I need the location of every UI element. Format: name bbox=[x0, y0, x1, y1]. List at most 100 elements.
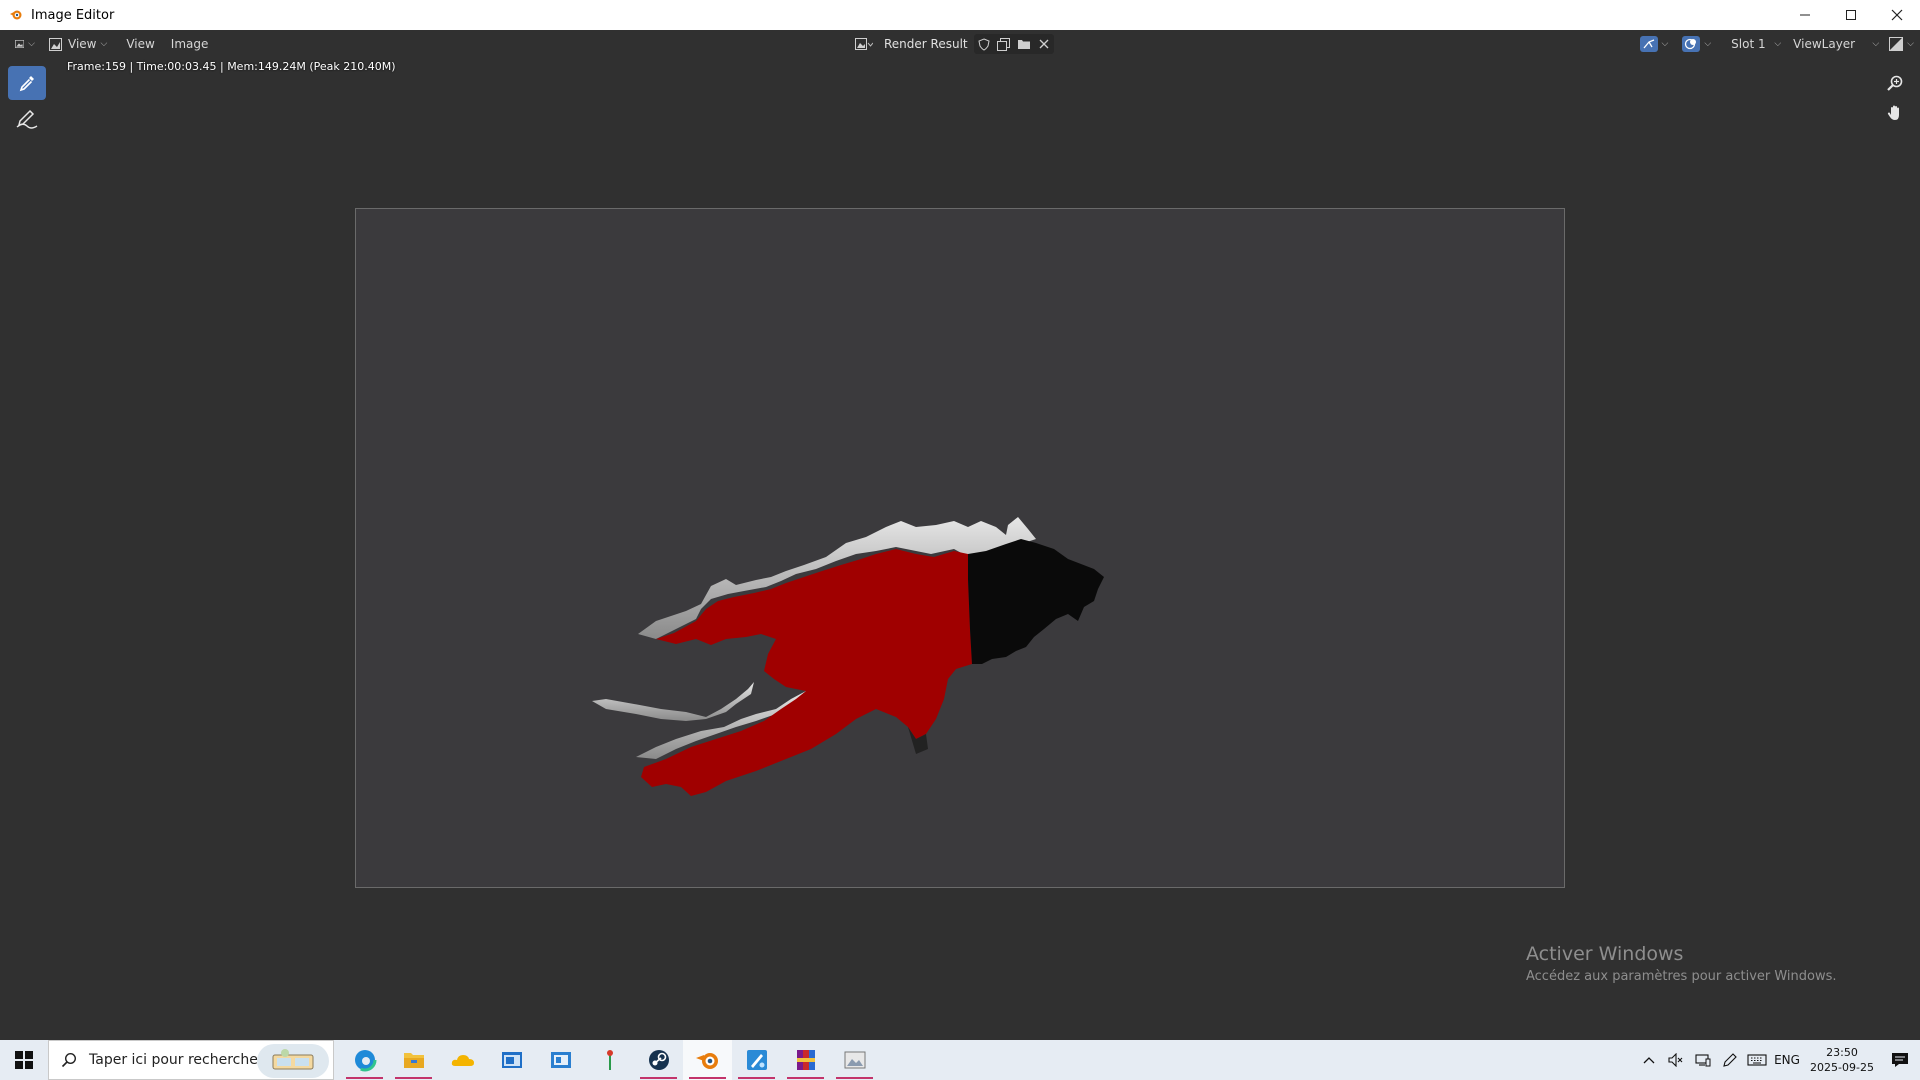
zoom-button[interactable] bbox=[1880, 68, 1910, 98]
chevron-up-icon bbox=[1643, 1057, 1654, 1064]
menu-view[interactable]: View bbox=[118, 33, 162, 55]
pin-app-icon bbox=[606, 1050, 613, 1070]
taskbar-clock[interactable]: 23:50 2025-09-25 bbox=[1804, 1045, 1880, 1075]
winrar-icon bbox=[796, 1050, 815, 1070]
input-language[interactable]: ENG bbox=[1770, 1053, 1804, 1067]
chevron-down-icon: ⌵ bbox=[1907, 39, 1914, 49]
overlay-icon bbox=[1682, 36, 1701, 52]
new-image-button[interactable] bbox=[994, 34, 1014, 54]
open-folder-icon bbox=[1017, 40, 1030, 49]
zoom-icon bbox=[1887, 75, 1903, 91]
taskbar-app-edge[interactable] bbox=[340, 1040, 389, 1080]
onedrive-icon bbox=[451, 1055, 474, 1066]
taskbar-search-box[interactable]: Taper ici pour rechercher bbox=[48, 1040, 334, 1080]
window-title: Image Editor bbox=[31, 7, 115, 23]
navigation-gizmo bbox=[1880, 68, 1914, 128]
view-mode-label: View bbox=[68, 37, 97, 51]
tool-shelf bbox=[8, 66, 48, 138]
pen-workspace-button[interactable] bbox=[1716, 1040, 1743, 1080]
slot-selector[interactable]: Slot 1 ⌵ bbox=[1723, 33, 1787, 55]
slot-label: Slot 1 bbox=[1731, 37, 1766, 51]
photo-app-icon bbox=[844, 1051, 865, 1069]
volume-button[interactable] bbox=[1662, 1040, 1689, 1080]
extrusion-side bbox=[592, 682, 754, 721]
new-image-icon bbox=[997, 37, 1011, 51]
gizmo-toggle[interactable]: ⌵ bbox=[1636, 33, 1673, 55]
chevron-down-icon: ⌵ bbox=[100, 39, 108, 49]
annotate-pen-icon bbox=[16, 109, 38, 129]
taskbar-app-onedrive[interactable] bbox=[438, 1040, 487, 1080]
chevron-down-icon: ⌵ bbox=[1704, 39, 1712, 49]
network-icon bbox=[1694, 1054, 1710, 1067]
taskbar-app-pin[interactable] bbox=[585, 1040, 634, 1080]
maximize-button[interactable] bbox=[1828, 0, 1874, 30]
app-blue-window-icon bbox=[501, 1052, 522, 1068]
taskbar-app-blue-window-2[interactable] bbox=[536, 1040, 585, 1080]
taskbar-app-winrar[interactable] bbox=[781, 1040, 830, 1080]
taskbar-app-steam[interactable] bbox=[634, 1040, 683, 1080]
clock-time: 23:50 bbox=[1826, 1046, 1858, 1059]
overlay-toggle[interactable]: ⌵ bbox=[1678, 33, 1715, 55]
watermark-subtitle: Accédez aux paramètres pour activer Wind… bbox=[1526, 969, 1837, 984]
search-icon bbox=[61, 1052, 77, 1068]
image-editor-header: ⌵ View ⌵ View Image Render Result ⌵ ⌵ Sl… bbox=[0, 30, 1920, 58]
pan-button[interactable] bbox=[1880, 98, 1910, 128]
minimize-icon bbox=[1800, 14, 1810, 16]
edge-icon bbox=[353, 1048, 376, 1072]
image-name-field[interactable]: Render Result bbox=[878, 33, 974, 55]
minimize-button[interactable] bbox=[1782, 0, 1828, 30]
clock-date: 2025-09-25 bbox=[1810, 1061, 1874, 1074]
sample-tool-button[interactable] bbox=[8, 66, 46, 100]
pen-icon bbox=[1722, 1053, 1737, 1067]
gizmo-icon bbox=[1639, 36, 1658, 52]
image-actions-group bbox=[973, 34, 1054, 54]
region-black bbox=[968, 539, 1104, 664]
browse-image-icon bbox=[855, 38, 873, 50]
taskbar-app-file-explorer[interactable] bbox=[389, 1040, 438, 1080]
chevron-down-icon: ⌵ bbox=[1661, 39, 1669, 49]
taskbar-app-blue-window[interactable] bbox=[487, 1040, 536, 1080]
annotate-tool-button[interactable] bbox=[8, 102, 46, 136]
touch-keyboard-button[interactable] bbox=[1743, 1040, 1770, 1080]
open-image-button[interactable] bbox=[1014, 34, 1034, 54]
eyedropper-icon bbox=[19, 76, 34, 92]
taskbar-app-paint[interactable] bbox=[732, 1040, 781, 1080]
window-titlebar: Image Editor bbox=[0, 0, 1920, 30]
watermark-title: Activer Windows bbox=[1526, 943, 1684, 965]
render-info-text: Frame:159 | Time:00:03.45 | Mem:149.24M … bbox=[67, 60, 396, 73]
maximize-icon bbox=[1846, 10, 1856, 20]
taskbar-app-blender[interactable] bbox=[683, 1040, 732, 1080]
chevron-down-icon: ⌵ bbox=[1872, 39, 1880, 49]
chevron-down-icon: ⌵ bbox=[28, 39, 35, 49]
steam-icon bbox=[648, 1050, 669, 1070]
image-editor-main-region[interactable]: Frame:159 | Time:00:03.45 | Mem:149.24M … bbox=[0, 58, 1920, 1040]
render-result-image[interactable] bbox=[355, 208, 1565, 888]
notification-center-button[interactable] bbox=[1880, 1040, 1920, 1080]
editor-type-selector[interactable]: ⌵ bbox=[10, 33, 40, 55]
show-hidden-icons-button[interactable] bbox=[1635, 1040, 1662, 1080]
start-button[interactable] bbox=[0, 1040, 48, 1080]
menu-image[interactable]: Image bbox=[163, 33, 217, 55]
view-mode-icon bbox=[49, 37, 62, 51]
close-button[interactable] bbox=[1874, 0, 1920, 30]
chevron-down-icon: ⌵ bbox=[1774, 39, 1782, 49]
pan-hand-icon bbox=[1887, 105, 1899, 120]
taskbar-app-photo[interactable] bbox=[830, 1040, 879, 1080]
image-editor-icon bbox=[15, 40, 25, 48]
notification-icon bbox=[1892, 1053, 1908, 1067]
mute-speaker-icon bbox=[1667, 1053, 1682, 1067]
search-highlight-icon[interactable] bbox=[257, 1044, 329, 1078]
fake-user-shield-icon bbox=[978, 37, 990, 51]
blender-icon bbox=[8, 7, 24, 23]
windows-logo-icon bbox=[15, 1051, 33, 1069]
unlink-image-button[interactable] bbox=[1034, 34, 1054, 54]
system-tray: ENG 23:50 2025-09-25 bbox=[1635, 1040, 1920, 1080]
display-channels-selector[interactable]: ⌵ bbox=[1885, 33, 1918, 55]
view-layer-selector[interactable]: ViewLayer ⌵ bbox=[1787, 33, 1885, 55]
network-button[interactable] bbox=[1689, 1040, 1716, 1080]
rendered-map-extrusion bbox=[592, 517, 1104, 796]
fake-user-button[interactable] bbox=[974, 34, 994, 54]
browse-image-button[interactable] bbox=[850, 33, 878, 55]
app-blue-window-2-icon bbox=[550, 1052, 571, 1068]
view-mode-selector[interactable]: View ⌵ bbox=[44, 33, 112, 55]
